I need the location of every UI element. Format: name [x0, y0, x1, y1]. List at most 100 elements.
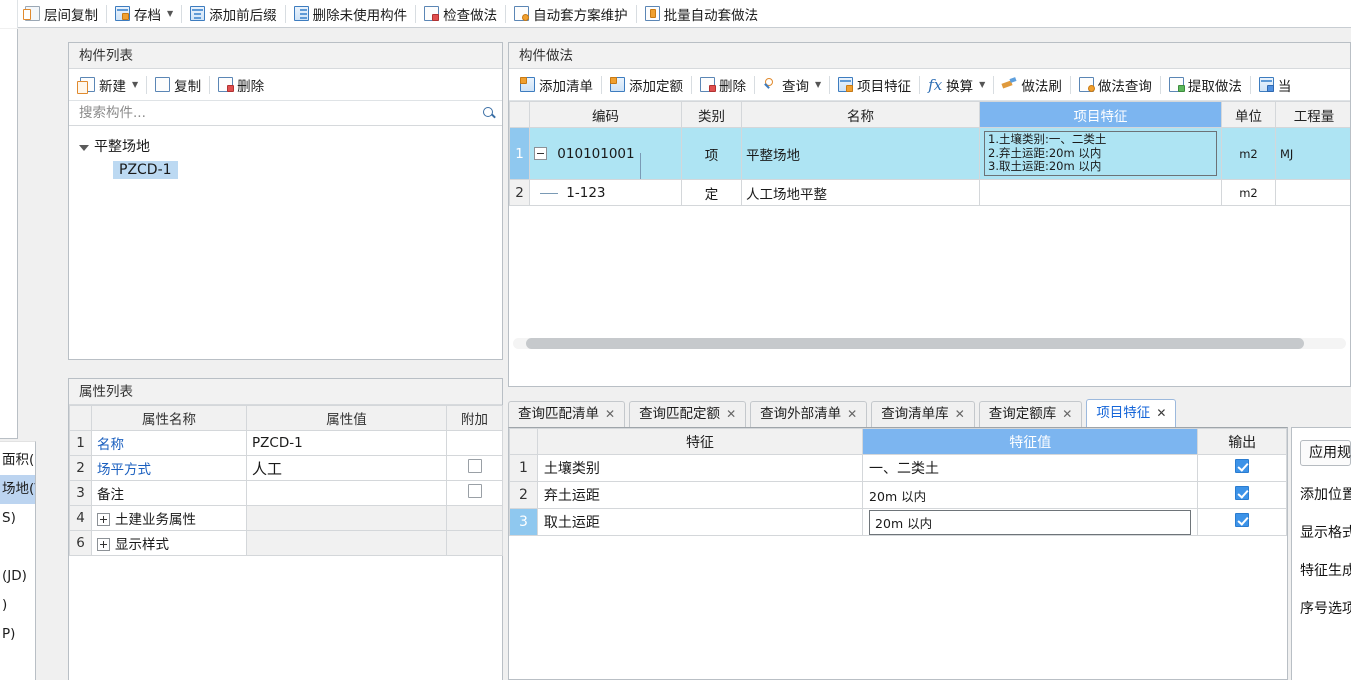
feature-generate-label[interactable]: 特征生成 — [1300, 560, 1351, 580]
property-name[interactable]: 备注 — [91, 480, 247, 506]
code-cell[interactable]: 010101001 — [529, 127, 682, 180]
tab-query-match-quota[interactable]: 查询匹配定额 ✕ — [629, 401, 747, 428]
close-icon[interactable]: ✕ — [1156, 406, 1166, 420]
tree-group-node[interactable]: 平整场地 — [79, 134, 502, 158]
add-list-button[interactable]: 添加清单 — [513, 72, 600, 98]
left-context-menu[interactable]: 面积(U) 场地(V) S) (JD) ) P) — [0, 441, 36, 680]
delete-method-button[interactable]: 删除 — [693, 72, 753, 98]
property-value[interactable]: PZCD-1 — [246, 430, 447, 456]
expand-plus-icon[interactable] — [97, 538, 110, 551]
menu-item-s[interactable]: S) — [0, 504, 35, 533]
delete-component-button[interactable]: 删除 — [211, 72, 271, 98]
horizontal-scrollbar[interactable] — [513, 338, 1346, 349]
tree-leaf-node[interactable]: PZCD-1 — [113, 158, 502, 182]
project-feature-cell[interactable] — [979, 179, 1222, 206]
output-checkbox[interactable] — [1235, 486, 1250, 500]
output-checkbox[interactable] — [1235, 459, 1250, 473]
component-search-row[interactable] — [69, 101, 502, 126]
method-query-button[interactable]: 做法查询 — [1072, 72, 1159, 98]
table-row[interactable]: 2 弃土运距 20m 以内 — [509, 481, 1287, 509]
query-button[interactable]: 查询 ▼ — [756, 72, 828, 98]
toolbar-button-delete-unused[interactable]: 删除未使用构件 — [287, 1, 415, 27]
table-row[interactable]: 1 土壤类别 一、二类土 — [509, 454, 1287, 482]
display-format-label[interactable]: 显示格式 — [1300, 522, 1351, 542]
close-icon[interactable]: ✕ — [1062, 407, 1072, 421]
table-row[interactable]: 1 名称 PZCD-1 — [69, 430, 503, 456]
feature-name[interactable]: 取土运距 — [536, 508, 864, 536]
convert-button[interactable]: fx 换算 ▼ — [921, 72, 992, 98]
table-row[interactable]: 2 1-123 定 人工场地平整 m2 — [509, 179, 1350, 206]
close-icon[interactable]: ✕ — [605, 407, 615, 421]
toolbar-button-add-affix[interactable]: 添加前后缀 — [183, 1, 284, 27]
menu-item-paren[interactable]: ) — [0, 591, 35, 620]
toolbar-button-archive[interactable]: 存档 ▼ — [108, 1, 180, 27]
table-row[interactable]: 4 土建业务属性 — [69, 505, 503, 531]
chevron-down-icon[interactable]: ▼ — [979, 80, 985, 89]
close-icon[interactable]: ✕ — [726, 407, 736, 421]
add-quota-button[interactable]: 添加定额 — [603, 72, 690, 98]
feature-value-editor-cell[interactable]: 20m 以内 — [862, 508, 1199, 536]
copy-component-button[interactable]: 复制 — [148, 72, 208, 98]
property-name-group[interactable]: 土建业务属性 — [91, 505, 247, 531]
attach-checkbox[interactable] — [467, 459, 482, 473]
tab-query-external-list[interactable]: 查询外部清单 ✕ — [750, 401, 868, 428]
toolbar-button-layer-copy[interactable]: 层间复制 — [18, 1, 105, 27]
feature-value-input[interactable]: 20m 以内 — [869, 509, 1192, 535]
table-row[interactable]: 3 取土运距 20m 以内 — [509, 508, 1287, 536]
property-value[interactable] — [246, 480, 447, 506]
project-feature-cell[interactable]: 1.土壤类别:一、二类土 2.弃土运距:20m 以内 3.取土运距:20m 以内 — [979, 127, 1222, 180]
menu-item-area[interactable]: 面积(U) — [0, 446, 35, 475]
toolbar-label: 添加前后缀 — [209, 7, 277, 24]
expand-plus-icon[interactable] — [97, 513, 110, 526]
close-icon[interactable]: ✕ — [955, 407, 965, 421]
add-position-label[interactable]: 添加位置 — [1300, 484, 1351, 504]
component-method-grid-wrap: 编码 类别 名称 项目特征 单位 工程量 1 010101001 项 平整场地 … — [509, 101, 1350, 353]
new-component-button[interactable]: 新建 ▼ — [73, 72, 145, 98]
feature-name[interactable]: 土壤类别 — [536, 454, 864, 482]
name-cell[interactable]: 人工场地平整 — [741, 179, 980, 206]
feature-value[interactable]: 20m 以内 — [862, 481, 1199, 509]
quantity-cell[interactable]: MJ — [1275, 127, 1350, 180]
chevron-down-icon[interactable]: ▼ — [132, 80, 138, 89]
chevron-down-icon[interactable]: ▼ — [167, 9, 173, 18]
chevron-down-icon[interactable]: ▼ — [815, 80, 821, 89]
close-icon[interactable]: ✕ — [847, 407, 857, 421]
table-row[interactable]: 2 场平方式 人工 — [69, 455, 503, 481]
code-cell[interactable]: 1-123 — [529, 179, 682, 206]
property-name[interactable]: 名称 — [91, 430, 247, 456]
apply-rule-button[interactable]: 应用规 — [1300, 440, 1351, 466]
extract-method-button[interactable]: 提取做法 — [1162, 72, 1249, 98]
search-input[interactable] — [77, 104, 482, 122]
table-row[interactable]: 1 010101001 项 平整场地 1.土壤类别:一、二类土 2.弃土运距:2… — [509, 127, 1350, 180]
property-value[interactable]: 人工 — [246, 455, 447, 481]
menu-item-p[interactable]: P) — [0, 620, 35, 649]
current-method-button[interactable]: 当 — [1252, 72, 1299, 98]
expander-triangle-icon[interactable] — [79, 144, 89, 151]
method-brush-button[interactable]: 做法刷 — [995, 72, 1069, 98]
tab-project-feature[interactable]: 项目特征 ✕ — [1086, 399, 1177, 428]
table-row[interactable]: 6 显示样式 — [69, 530, 503, 556]
tab-query-list-library[interactable]: 查询清单库 ✕ — [871, 401, 975, 428]
tab-query-quota-library[interactable]: 查询定额库 ✕ — [978, 401, 1083, 428]
quantity-cell[interactable] — [1275, 179, 1350, 206]
toolbar-button-auto-scheme[interactable]: 自动套方案维护 — [507, 1, 635, 27]
toolbar-label: 查询 — [782, 78, 809, 95]
name-cell[interactable]: 平整场地 — [741, 127, 980, 180]
attach-checkbox[interactable] — [467, 484, 482, 498]
collapse-minus-icon[interactable] — [534, 146, 547, 160]
toolbar-button-check-method[interactable]: 检查做法 — [417, 1, 504, 27]
property-name-group[interactable]: 显示样式 — [91, 530, 247, 556]
feature-name[interactable]: 弃土运距 — [536, 481, 864, 509]
project-feature-button[interactable]: 项目特征 — [831, 72, 918, 98]
scrollbar-thumb[interactable] — [526, 338, 1304, 349]
sequence-option-label[interactable]: 序号选项 — [1300, 598, 1351, 618]
output-checkbox[interactable] — [1235, 513, 1250, 527]
feature-value[interactable]: 一、二类土 — [862, 454, 1199, 482]
toolbar-button-batch-auto[interactable]: 批量自动套做法 — [638, 1, 766, 27]
property-name[interactable]: 场平方式 — [91, 455, 247, 481]
search-icon[interactable] — [482, 106, 496, 120]
tab-query-match-list[interactable]: 查询匹配清单 ✕ — [508, 401, 626, 428]
menu-item-jd[interactable]: (JD) — [0, 562, 35, 591]
menu-item-site[interactable]: 场地(V) — [0, 475, 35, 504]
table-row[interactable]: 3 备注 — [69, 480, 503, 506]
